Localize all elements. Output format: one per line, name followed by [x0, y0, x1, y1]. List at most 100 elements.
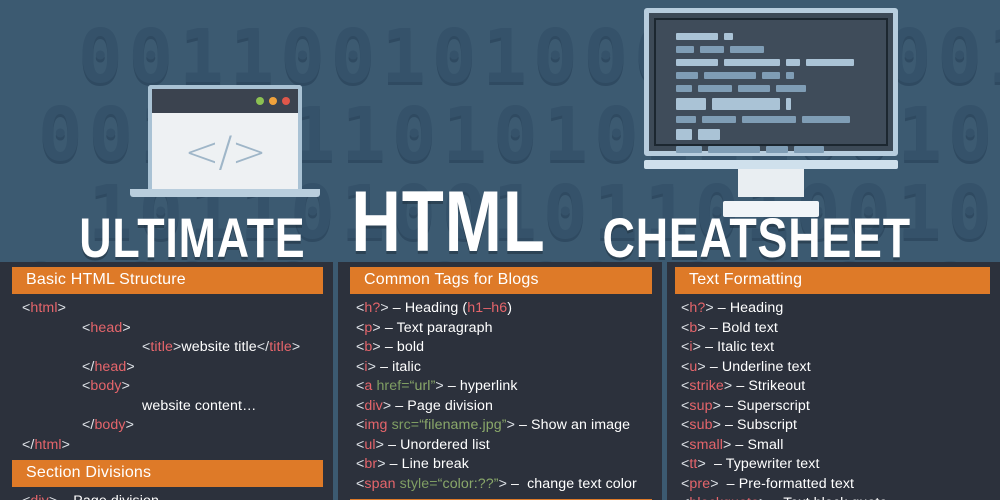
code-desc: – Bold text	[705, 319, 778, 336]
laptop-titlebar	[152, 89, 298, 113]
title-word-ultimate: ULTIMATE	[78, 205, 305, 262]
code-desc: – hyperlink	[443, 378, 518, 394]
code-punct: >	[382, 397, 392, 414]
code-tag: html	[30, 300, 58, 316]
code-punct: </	[256, 339, 270, 355]
page-title: ULTIMATE HTML CHEATSHEET	[0, 174, 1000, 262]
code-tag: img	[364, 417, 392, 433]
code-line: <a href=“url”> – hyperlink	[338, 377, 662, 397]
code-punct: >	[498, 475, 507, 492]
section-body: <h?> – Heading <b> – Bold text <i> – Itali…	[667, 297, 1000, 500]
code-desc: – Page division	[391, 397, 493, 414]
code-line: <u> – Underline text	[667, 358, 1000, 378]
code-desc: – Page division	[57, 493, 159, 500]
code-punct: >	[380, 300, 389, 316]
code-line: <h?> – Heading (h1–h6)	[338, 299, 662, 319]
laptop-viewport: </>	[152, 113, 298, 189]
code-desc: – change text color	[507, 475, 637, 492]
section-heading: Common Tags for Blogs	[350, 267, 652, 294]
code-punct: >	[372, 339, 381, 355]
code-punct: >	[125, 417, 134, 433]
code-punct: >	[697, 456, 706, 472]
code-line: <div> – Page division	[0, 492, 333, 500]
code-bracket-icon: </>	[184, 126, 267, 176]
code-punct: >	[372, 319, 381, 336]
window-dot-yellow-icon	[269, 97, 277, 105]
laptop-screen: </>	[148, 85, 302, 189]
code-punct: >	[367, 358, 377, 375]
code-punct: >	[49, 493, 57, 500]
code-line: <strike> – Strikeout	[667, 377, 1000, 397]
code-punct: >	[61, 436, 71, 453]
code-line: <span style=“color:??”> – change text co…	[338, 475, 662, 495]
code-desc: – Strikeout	[732, 378, 806, 394]
monitor-bezel-bottom	[644, 160, 898, 169]
code-desc: – Unordered list	[384, 436, 490, 453]
laptop-illustration: </>	[130, 85, 320, 197]
column-1: Basic HTML Structure <html> <head> <title>w…	[0, 262, 333, 500]
code-punct: >	[435, 378, 444, 394]
code-punct: >	[712, 397, 721, 414]
code-tag: body	[94, 417, 126, 433]
section-heading: Basic HTML Structure	[12, 267, 323, 294]
code-punct: >	[375, 436, 385, 453]
code-tag: span	[364, 475, 400, 492]
code-desc: – bold	[380, 339, 425, 355]
code-punct: >	[705, 300, 714, 316]
code-desc: – Heading	[713, 300, 784, 316]
code-desc: website title	[181, 339, 257, 355]
code-desc: – Underline text	[705, 358, 811, 375]
code-line: </head>	[60, 358, 333, 378]
code-desc: – Text paragraph	[380, 319, 493, 336]
cheatsheet-page: 0011001010001001001001001001101010111001…	[0, 0, 1000, 500]
code-desc: – Superscript	[720, 397, 810, 414]
code-punct: >	[712, 417, 721, 433]
code-desc: – Subscript	[720, 417, 798, 433]
code-punct: >	[126, 358, 135, 375]
code-desc: website content…	[142, 397, 257, 414]
code-desc: – Small	[731, 436, 784, 453]
code-tag: blockquote	[689, 495, 759, 500]
code-line: website content…	[120, 397, 333, 417]
code-line: <small> – Small	[667, 436, 1000, 456]
column-3: Text Formatting <h?> – Heading <b> – Bold …	[667, 262, 1000, 500]
code-line: <b> – bold	[338, 338, 662, 358]
code-hint: h1–h6	[467, 300, 508, 316]
section-body: <html> <head> <title>website title</title>…	[0, 297, 333, 455]
code-line: <i> – Italic text	[667, 338, 1000, 358]
code-tag: body	[90, 378, 122, 394]
code-tag: br	[364, 456, 378, 472]
code-line: <img src=“filename.jpg”> – Show an image	[338, 416, 662, 436]
code-punct: >	[710, 475, 719, 492]
hero-banner: 0011001010001001001001001001101010111001…	[0, 0, 1000, 262]
code-tag: html	[34, 436, 62, 453]
code-line: <b> – Bold text	[667, 319, 1000, 339]
title-word-html: HTML	[351, 174, 546, 262]
code-desc: – Heading (	[388, 300, 468, 316]
code-line: <p> – Text paragraph	[338, 319, 662, 339]
code-punct: >	[692, 339, 702, 355]
monitor-frame	[644, 8, 898, 156]
code-desc: – Typewriter text	[705, 456, 820, 472]
code-tag: sub	[689, 417, 713, 433]
code-punct: >	[697, 358, 706, 375]
code-tag: h?	[364, 300, 381, 316]
code-line: <br> – Line break	[338, 455, 662, 475]
title-word-cheatsheet: CHEATSHEET	[602, 205, 911, 262]
code-tag: h?	[689, 300, 706, 316]
code-punct: >	[506, 417, 515, 433]
window-dot-red-icon	[282, 97, 290, 105]
code-line: <title>website title</title>	[120, 338, 333, 358]
code-desc: )	[507, 300, 513, 316]
code-line: </body>	[60, 416, 333, 436]
code-punct: >	[377, 456, 386, 472]
code-punct: >	[57, 300, 66, 316]
code-line: <body>	[60, 377, 333, 397]
code-attr: src=	[391, 417, 420, 433]
code-val: “url”	[409, 378, 436, 394]
code-punct: >	[121, 378, 130, 394]
window-dot-green-icon	[256, 97, 264, 105]
cheatsheet-columns: Basic HTML Structure <html> <head> <title>w…	[0, 262, 1000, 500]
code-val: “filename.jpg”	[419, 417, 507, 433]
code-tag: title	[150, 339, 173, 355]
